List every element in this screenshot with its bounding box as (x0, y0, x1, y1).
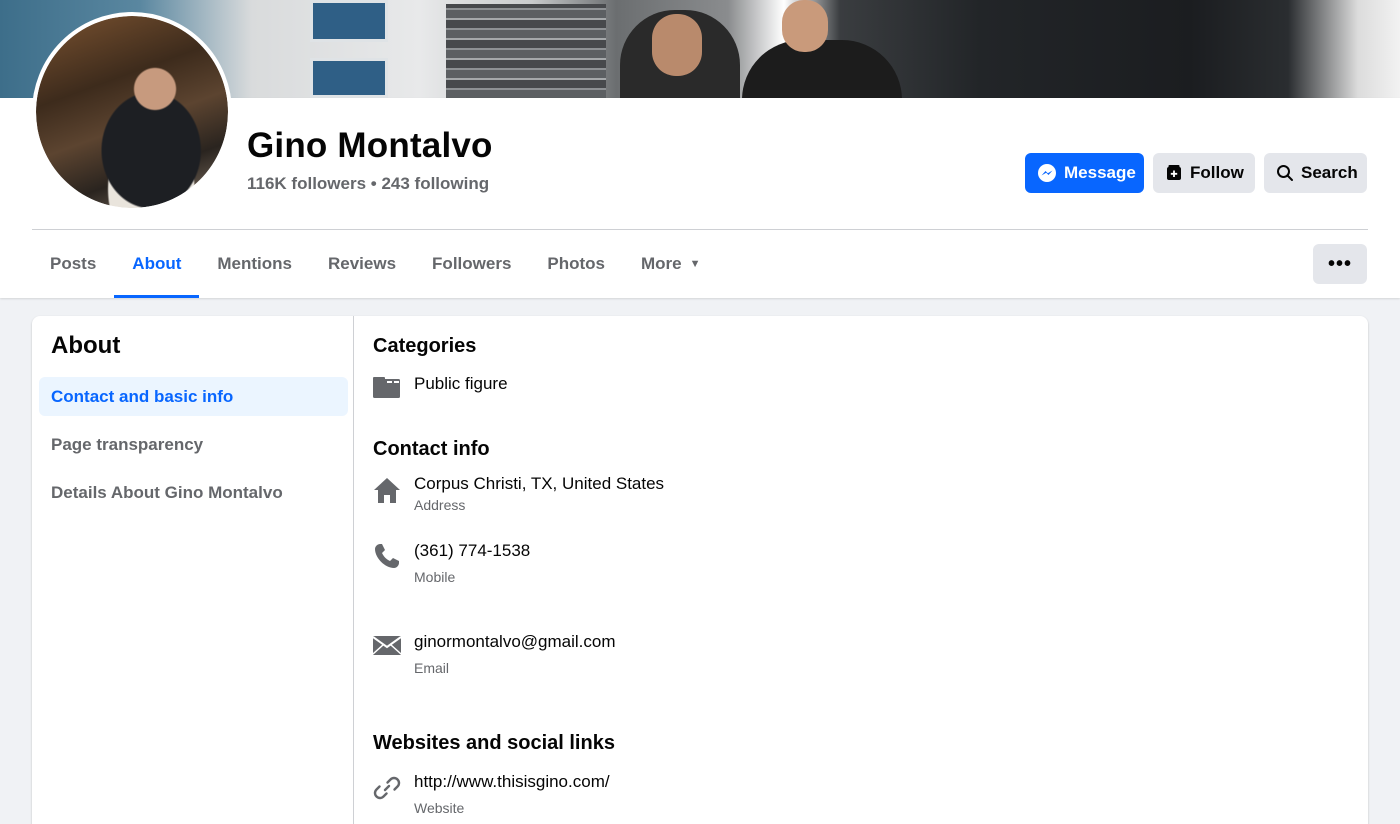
more-options-button[interactable]: ••• (1313, 244, 1367, 284)
tab-label: Mentions (217, 254, 292, 273)
follow-label: Follow (1190, 163, 1244, 182)
profile-avatar[interactable] (32, 12, 232, 212)
address-label: Address (414, 497, 466, 513)
category-icon (373, 374, 401, 402)
profile-name: Gino Montalvo (247, 126, 493, 165)
follow-icon (1167, 165, 1181, 180)
address-value: Corpus Christi, TX, United States (414, 474, 665, 493)
category-row: Public figure (373, 374, 508, 402)
tab-followers[interactable]: Followers (414, 230, 529, 298)
tab-about[interactable]: About (114, 230, 200, 298)
follow-button[interactable]: Follow (1153, 153, 1255, 193)
tab-label: Reviews (328, 254, 397, 273)
search-icon (1277, 165, 1293, 181)
tab-posts[interactable]: Posts (32, 230, 114, 298)
tab-more[interactable]: More ▼ (623, 230, 719, 298)
sidebar-item-details[interactable]: Details About Gino Montalvo (39, 473, 348, 512)
search-label: Search (1301, 163, 1358, 182)
messenger-icon (1038, 164, 1056, 182)
section-title-contact: Contact info (373, 438, 490, 460)
section-title-websites: Websites and social links (373, 732, 615, 754)
phone-value[interactable]: (361) 774-1538 (414, 541, 530, 561)
phone-row: (361) 774-1538 Mobile (373, 541, 530, 585)
message-label: Message (1064, 163, 1136, 182)
tab-label: More (641, 254, 682, 273)
address-row: Corpus Christi, TX, United States Addres… (373, 474, 664, 513)
cover-person (742, 40, 902, 98)
link-icon (373, 772, 401, 800)
email-label: Email (414, 660, 450, 676)
avatar-image (36, 16, 228, 208)
phone-icon (373, 541, 401, 569)
tab-label: Posts (50, 254, 97, 273)
caret-down-icon: ▼ (689, 258, 701, 270)
cover-person-face (652, 14, 702, 76)
website-row: http://www.thisisgino.com/ Website (373, 772, 610, 816)
home-icon (373, 474, 401, 503)
profile-tabs: Posts About Mentions Reviews Followers P… (32, 230, 719, 298)
sidebar-item-contact-basic-info[interactable]: Contact and basic info (39, 377, 348, 416)
tab-photos[interactable]: Photos (529, 230, 623, 298)
cover-stone-wall (446, 4, 606, 98)
email-value[interactable]: ginormontalvo@gmail.com (414, 632, 616, 652)
website-label: Website (414, 800, 465, 816)
tab-reviews[interactable]: Reviews (310, 230, 414, 298)
search-button[interactable]: Search (1264, 153, 1367, 193)
website-value[interactable]: http://www.thisisgino.com/ (414, 772, 610, 792)
category-value: Public figure (414, 374, 508, 393)
email-row: ginormontalvo@gmail.com Email (373, 632, 616, 676)
profile-stats[interactable]: 116K followers • 243 following (247, 174, 489, 194)
cover-window-decoration (310, 58, 388, 98)
about-content: Categories Public figure Contact info Co… (373, 316, 1368, 824)
tab-mentions[interactable]: Mentions (199, 230, 310, 298)
email-icon (373, 632, 401, 660)
about-card: About Contact and basic info Page transp… (32, 316, 1368, 824)
cover-window-decoration (310, 0, 388, 42)
about-title: About (51, 332, 121, 359)
about-sidebar: About Contact and basic info Page transp… (32, 316, 354, 824)
profile-header: Gino Montalvo 116K followers • 243 follo… (0, 12, 1400, 298)
tab-label: Followers (432, 254, 512, 273)
section-title-categories: Categories (373, 335, 477, 357)
phone-label: Mobile (414, 569, 456, 585)
tab-label: Photos (547, 254, 606, 273)
cover-person-face (782, 0, 828, 52)
sidebar-item-page-transparency[interactable]: Page transparency (39, 425, 348, 464)
tab-label: About (132, 254, 182, 273)
message-button[interactable]: Message (1025, 153, 1144, 193)
